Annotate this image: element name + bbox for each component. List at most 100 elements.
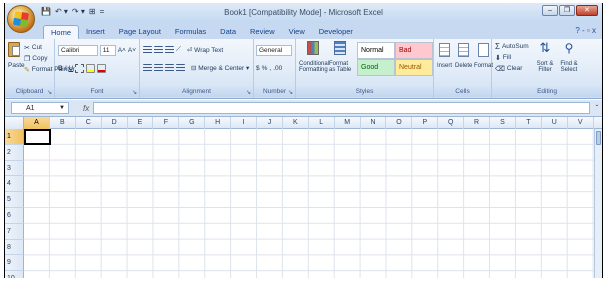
font-launcher-icon[interactable]: ↘ bbox=[132, 89, 137, 96]
comma-button[interactable]: , bbox=[269, 65, 271, 72]
column-header[interactable]: S bbox=[490, 117, 516, 129]
clipboard-launcher-icon[interactable]: ↘ bbox=[47, 89, 52, 96]
column-header[interactable]: R bbox=[464, 117, 491, 129]
column-header[interactable]: G bbox=[179, 117, 206, 129]
currency-button[interactable]: $ bbox=[256, 65, 260, 72]
number-launcher-icon[interactable]: ↘ bbox=[288, 89, 293, 96]
tab-insert[interactable]: Insert bbox=[79, 25, 112, 39]
column-header[interactable]: V bbox=[568, 117, 594, 129]
column-header[interactable]: I bbox=[231, 117, 258, 129]
font-name-select[interactable]: Calibri bbox=[58, 44, 98, 56]
font-size-select[interactable]: 11 bbox=[99, 44, 116, 56]
alignment-launcher-icon[interactable]: ↘ bbox=[246, 89, 251, 96]
underline-button[interactable]: U bbox=[69, 65, 74, 72]
tab-data[interactable]: Data bbox=[213, 25, 243, 39]
tab-formulas[interactable]: Formulas bbox=[168, 25, 213, 39]
merge-center-button[interactable]: ⊟ Merge & Center ▾ bbox=[191, 64, 249, 72]
column-header[interactable]: J bbox=[257, 117, 283, 129]
autosum-button[interactable]: Σ AutoSum bbox=[495, 41, 529, 52]
tab-developer[interactable]: Developer bbox=[312, 25, 360, 39]
style-neutral[interactable]: Neutral bbox=[395, 59, 433, 76]
column-header[interactable]: O bbox=[386, 117, 413, 129]
borders-icon[interactable] bbox=[75, 63, 85, 73]
row-header[interactable]: 7 bbox=[5, 223, 24, 240]
formula-input[interactable] bbox=[93, 102, 590, 114]
column-header[interactable]: A bbox=[24, 117, 50, 129]
row-header[interactable]: 3 bbox=[5, 160, 24, 177]
clear-button[interactable]: ⌫ Clear bbox=[495, 63, 529, 74]
column-header[interactable]: F bbox=[153, 117, 180, 129]
fill-color-icon[interactable] bbox=[86, 63, 96, 73]
align-bottom-icon[interactable] bbox=[165, 45, 174, 55]
column-header[interactable]: D bbox=[102, 117, 128, 129]
column-header[interactable]: B bbox=[50, 117, 76, 129]
tab-home[interactable]: Home bbox=[43, 25, 80, 39]
row-header[interactable]: 1 bbox=[5, 129, 24, 145]
indent-icon[interactable] bbox=[176, 63, 185, 73]
column-header[interactable]: K bbox=[283, 117, 309, 129]
expand-formula-bar-icon[interactable]: ˇ bbox=[592, 104, 602, 113]
italic-button[interactable]: I bbox=[65, 65, 67, 72]
conditional-formatting-button[interactable]: Conditional Formatting bbox=[299, 41, 329, 73]
column-header[interactable]: C bbox=[76, 117, 102, 129]
office-button[interactable] bbox=[7, 5, 35, 33]
tab-review[interactable]: Review bbox=[243, 25, 282, 39]
number-format-select[interactable]: General bbox=[256, 44, 292, 56]
paste-button[interactable]: Paste bbox=[8, 42, 25, 69]
row-header[interactable]: 9 bbox=[5, 255, 24, 272]
column-header[interactable]: U bbox=[542, 117, 568, 129]
align-right-icon[interactable] bbox=[165, 63, 174, 73]
wrap-text-button[interactable]: ⏎ Wrap Text bbox=[187, 46, 223, 54]
column-header[interactable]: M bbox=[335, 117, 361, 129]
align-middle-icon[interactable] bbox=[154, 45, 163, 55]
format-as-table-button[interactable]: Format as Table bbox=[329, 41, 353, 73]
row-header[interactable]: 5 bbox=[5, 192, 24, 208]
column-header[interactable]: L bbox=[309, 117, 335, 129]
select-all-button[interactable] bbox=[5, 117, 24, 129]
shrink-font-button[interactable]: A˅ bbox=[128, 47, 136, 54]
row-header[interactable]: 6 bbox=[5, 207, 24, 224]
row-header[interactable]: 4 bbox=[5, 176, 24, 193]
font-color-icon[interactable] bbox=[97, 63, 107, 73]
style-normal[interactable]: Normal bbox=[357, 42, 395, 59]
orientation-icon[interactable]: ⟋ bbox=[176, 46, 181, 54]
format-cells-button[interactable]: Format bbox=[474, 43, 493, 69]
column-header[interactable]: P bbox=[412, 117, 439, 129]
cell-area[interactable] bbox=[24, 129, 594, 278]
align-center-icon[interactable] bbox=[154, 63, 163, 73]
name-box[interactable]: A1 ▼ bbox=[11, 102, 69, 114]
maximize-button[interactable]: ❐ bbox=[559, 5, 575, 16]
scrollbar-thumb[interactable] bbox=[596, 131, 601, 145]
clipboard-group: Paste ✂ Cut ❐ Copy ✎ Format Painter Clipboa… bbox=[5, 39, 75, 98]
tab-page-layout[interactable]: Page Layout bbox=[112, 25, 168, 39]
insert-function-button[interactable]: fx bbox=[83, 104, 89, 113]
tab-view[interactable]: View bbox=[282, 25, 312, 39]
column-header[interactable]: Q bbox=[438, 117, 465, 129]
chevron-down-icon[interactable]: ▼ bbox=[59, 103, 65, 114]
minimize-button[interactable]: – bbox=[542, 5, 558, 16]
row-header[interactable]: 8 bbox=[5, 239, 24, 256]
sort-filter-button[interactable]: ⇅ Sort & Filter bbox=[534, 41, 556, 74]
grow-font-button[interactable]: A˄ bbox=[118, 47, 126, 54]
style-bad[interactable]: Bad bbox=[395, 42, 433, 59]
delete-cells-button[interactable]: Delete bbox=[455, 43, 472, 69]
insert-cells-button[interactable]: Insert bbox=[437, 43, 452, 69]
vertical-scrollbar[interactable] bbox=[594, 129, 602, 278]
align-left-icon[interactable] bbox=[143, 63, 152, 73]
find-select-button[interactable]: ⚲ Find & Select bbox=[558, 41, 580, 73]
percent-button[interactable]: % bbox=[262, 65, 268, 72]
increase-decimal-button[interactable]: .00 bbox=[273, 65, 282, 72]
bold-button[interactable]: B bbox=[58, 65, 63, 72]
align-top-icon[interactable] bbox=[143, 45, 152, 55]
fill-button[interactable]: ⬇ Fill bbox=[495, 52, 529, 63]
row-header[interactable]: 10 bbox=[5, 271, 24, 278]
row-header[interactable]: 2 bbox=[5, 144, 24, 161]
help-and-ribbon-controls[interactable]: ? - ▫ x bbox=[575, 26, 596, 35]
close-button[interactable]: ✕ bbox=[576, 5, 598, 16]
column-header[interactable]: E bbox=[128, 117, 154, 129]
style-good[interactable]: Good bbox=[357, 59, 395, 76]
column-header[interactable]: H bbox=[205, 117, 232, 129]
active-cell-a1[interactable] bbox=[24, 129, 51, 145]
column-header[interactable]: T bbox=[516, 117, 542, 129]
column-header[interactable]: N bbox=[361, 117, 387, 129]
